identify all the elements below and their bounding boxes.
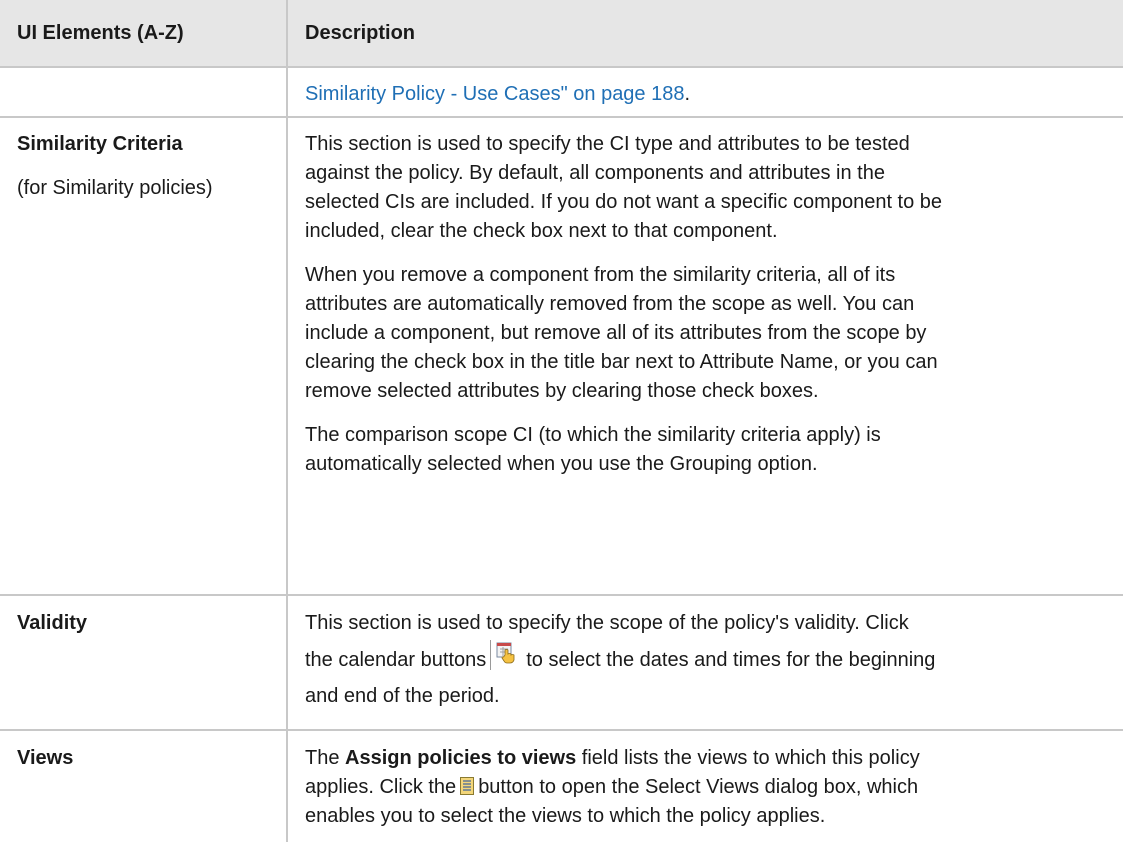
table-row: Validity This section is used to specify… xyxy=(0,594,1123,731)
description-paragraph: The Assign policies to views field lists… xyxy=(305,747,920,827)
description-paragraph: When you remove a component from the sim… xyxy=(305,264,938,402)
field-name: Assign policies to views xyxy=(345,747,577,769)
ui-element-name: Views xyxy=(17,747,74,769)
ui-element-name: Validity xyxy=(17,612,88,634)
header-description: Description xyxy=(286,0,1123,68)
ui-element-name xyxy=(0,66,288,118)
header-ui-elements: UI Elements (A-Z) xyxy=(0,0,288,68)
table-row: Similarity Policy - Use Cases" on page 1… xyxy=(0,66,1123,118)
ui-element-name-cell: Validity xyxy=(0,594,288,731)
ui-elements-table: UI Elements (A-Z) Description Similarity… xyxy=(0,0,1123,842)
ui-element-name-cell: Similarity Criteria (for Similarity poli… xyxy=(0,116,288,596)
ui-element-name: Similarity Criteria xyxy=(17,133,183,155)
table-row: Similarity Criteria (for Similarity poli… xyxy=(0,116,1123,596)
description-cell: This section is used to specify the CI t… xyxy=(286,116,1123,596)
use-cases-link[interactable]: Similarity Policy - Use Cases" on page 1… xyxy=(305,83,684,105)
description-paragraph: The comparison scope CI (to which the si… xyxy=(305,424,881,475)
views-list-icon xyxy=(460,775,475,795)
description-paragraph: This section is used to specify the scop… xyxy=(305,612,936,707)
description-cell: Similarity Policy - Use Cases" on page 1… xyxy=(286,66,1123,118)
ui-element-subname: (for Similarity policies) xyxy=(17,177,213,199)
table-header-row: UI Elements (A-Z) Description xyxy=(0,0,1123,68)
description-paragraph: This section is used to specify the CI t… xyxy=(305,133,943,242)
calendar-icon xyxy=(490,640,519,670)
ui-element-name-cell: Views xyxy=(0,729,288,842)
description-cell: This section is used to specify the scop… xyxy=(286,594,1123,731)
table-row: Views The Assign policies to views field… xyxy=(0,729,1123,842)
trailing-period: . xyxy=(684,83,691,105)
description-cell: The Assign policies to views field lists… xyxy=(286,729,1123,842)
